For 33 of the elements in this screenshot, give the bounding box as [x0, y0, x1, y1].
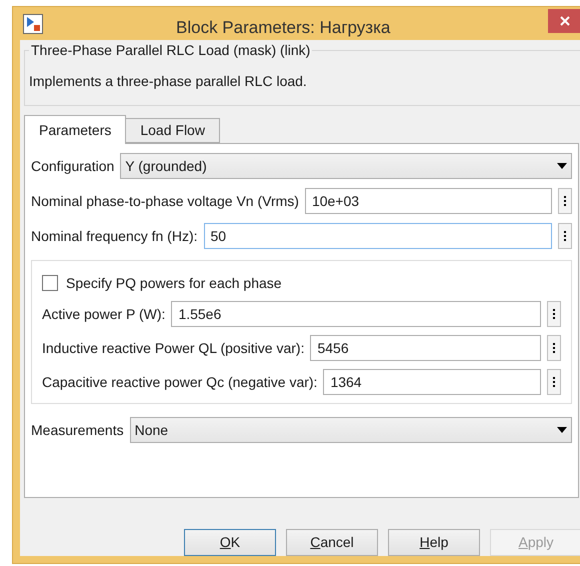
field-label: Nominal phase-to-phase voltage Vn (Vrms) [31, 192, 299, 211]
dropdown[interactable]: Y (grounded) [120, 153, 572, 179]
more-options-button[interactable] [558, 188, 572, 214]
field-label: Inductive reactive Power QL (positive var): [42, 338, 304, 358]
dropdown-arrow-icon [557, 163, 567, 169]
close-button[interactable] [548, 9, 580, 33]
checkbox[interactable] [42, 275, 58, 291]
input-field[interactable]: 1364 [323, 369, 541, 395]
input-field[interactable]: 1.55e6 [171, 301, 541, 327]
field-label: Capacitive reactive power Qc (negative var): [42, 372, 318, 392]
input-field[interactable]: 50 [204, 223, 552, 249]
more-options-button[interactable] [547, 369, 561, 395]
app-icon [23, 14, 43, 34]
description-text: Implements a three-phase parallel RLC load. [29, 72, 307, 91]
dialog-button[interactable]: OK [184, 529, 276, 556]
field-label: Nominal frequency fn (Hz): [31, 226, 198, 246]
window-title: Block Parameters: Нагрузка [176, 17, 390, 39]
dropdown[interactable]: None [130, 417, 572, 443]
field-label: Measurements [31, 420, 124, 440]
more-options-button[interactable] [547, 335, 561, 361]
field-label: Configuration [31, 156, 114, 176]
input-field[interactable]: 5456 [310, 335, 541, 361]
tab[interactable]: Load Flow [126, 118, 220, 143]
dialog-button[interactable]: Help [388, 529, 480, 556]
dialog-button[interactable]: Cancel [286, 529, 378, 556]
field-label: Active power P (W): [42, 304, 166, 324]
close-icon [560, 16, 570, 26]
more-options-button[interactable] [558, 223, 572, 249]
tab[interactable]: Parameters [24, 115, 126, 144]
checkbox-label: Specify PQ powers for each phase [66, 274, 282, 293]
more-options-button[interactable] [547, 301, 561, 327]
input-field[interactable]: 10e+03 [304, 188, 552, 214]
dropdown-arrow-icon [557, 427, 567, 433]
